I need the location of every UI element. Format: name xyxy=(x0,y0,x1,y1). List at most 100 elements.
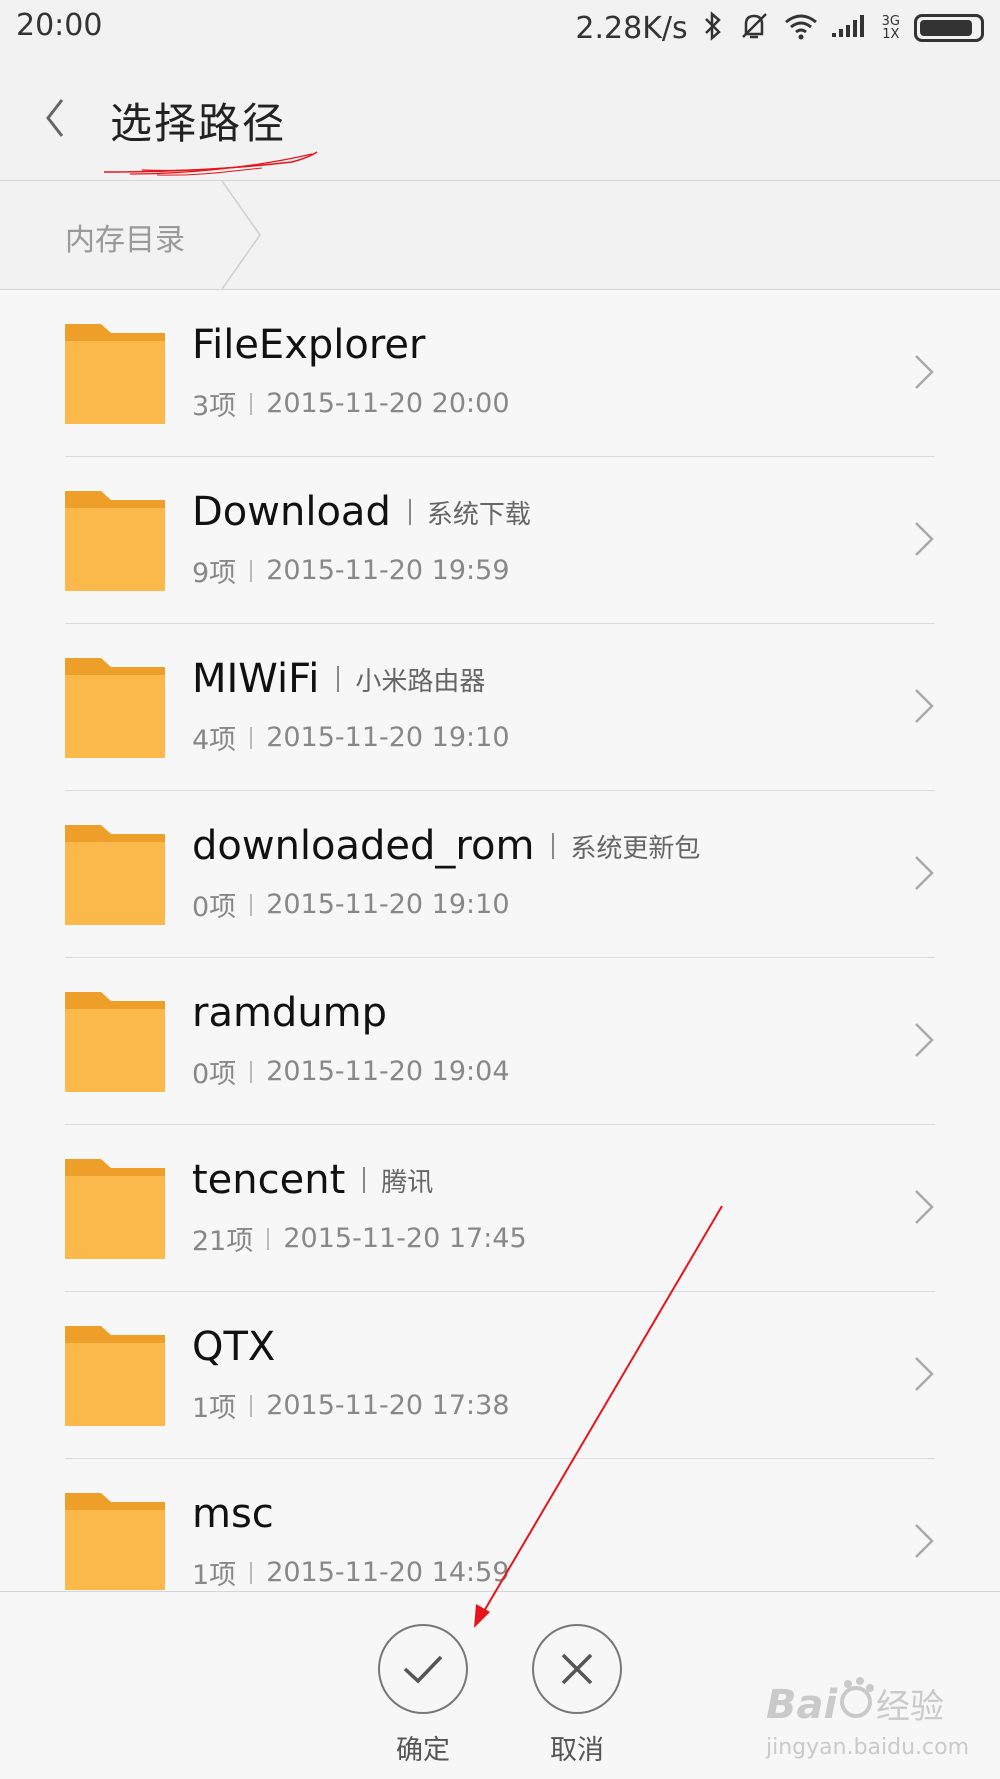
cancel-label: 取消 xyxy=(550,1735,604,1766)
file-name: MIWiFi xyxy=(192,656,320,702)
folder-alias: 小米路由器 xyxy=(355,666,486,697)
network-speed: 2.28K/s xyxy=(575,10,688,46)
signal-icon xyxy=(831,13,868,43)
alias-divider xyxy=(337,666,340,692)
file-list: FileExplorer 3项 2015-11-20 20:00 Downloa… xyxy=(0,290,1000,1590)
status-indicators: 2.28K/s 3G 1X xyxy=(575,8,984,48)
meta-divider xyxy=(267,1227,270,1250)
list-item[interactable]: MIWiFi 小米路由器 4项 2015-11-20 19:10 xyxy=(0,624,1000,791)
network-type: 3G 1X xyxy=(881,14,900,42)
file-name-line: Download 系统下载 xyxy=(192,489,531,535)
list-item[interactable]: Download 系统下载 9项 2015-11-20 19:59 xyxy=(0,457,1000,624)
svg-text:经验: 经验 xyxy=(876,1687,944,1727)
wifi-icon xyxy=(784,12,818,44)
header: 选择路径 xyxy=(0,56,1000,181)
chevron-right-icon xyxy=(915,1023,934,1057)
file-name-line: ramdump xyxy=(192,990,387,1036)
confirm-button[interactable]: 确定 xyxy=(373,1624,473,1767)
svg-text:Bai: Bai xyxy=(766,1682,838,1728)
item-count: 0项 xyxy=(192,892,237,923)
title-underline-annotation xyxy=(103,151,318,176)
list-item[interactable]: msc 1项 2015-11-20 14:59 xyxy=(0,1459,1000,1590)
modified-date: 2015-11-20 17:45 xyxy=(283,1223,527,1254)
meta-divider xyxy=(250,559,253,582)
breadcrumb-label: 内存目录 xyxy=(65,223,185,258)
chevron-right-icon xyxy=(915,1524,934,1558)
folder-alias: 系统更新包 xyxy=(570,833,701,864)
modified-date: 2015-11-20 20:00 xyxy=(266,388,510,419)
file-name: downloaded_rom xyxy=(192,823,535,869)
meta-divider xyxy=(250,1060,253,1083)
file-meta: 1项 2015-11-20 14:59 xyxy=(192,1553,510,1590)
item-count: 3项 xyxy=(192,391,237,422)
folder-icon xyxy=(65,825,165,925)
list-item[interactable]: ramdump 0项 2015-11-20 19:04 xyxy=(0,958,1000,1125)
modified-date: 2015-11-20 19:10 xyxy=(266,722,510,753)
file-meta: 0项 2015-11-20 19:04 xyxy=(192,1052,510,1091)
list-item[interactable]: tencent 腾讯 21项 2015-11-20 17:45 xyxy=(0,1125,1000,1292)
confirm-label: 确定 xyxy=(396,1735,450,1766)
breadcrumb-arrow-icon xyxy=(221,181,261,289)
close-icon xyxy=(561,1653,593,1685)
file-name: QTX xyxy=(192,1324,276,1370)
chevron-right-icon xyxy=(915,1190,934,1224)
list-item[interactable]: downloaded_rom 系统更新包 0项 2015-11-20 19:10 xyxy=(0,791,1000,958)
breadcrumb: 内存目录 xyxy=(0,181,1000,290)
file-meta: 21项 2015-11-20 17:45 xyxy=(192,1219,527,1258)
modified-date: 2015-11-20 19:59 xyxy=(266,555,510,586)
file-name-line: FileExplorer xyxy=(192,322,425,368)
file-name: ramdump xyxy=(192,990,388,1036)
file-name-line: MIWiFi 小米路由器 xyxy=(192,656,485,702)
item-count: 21项 xyxy=(192,1226,254,1257)
folder-icon xyxy=(65,324,165,424)
meta-divider xyxy=(250,1561,253,1584)
status-bar: 20:00 2.28K/s 3G 1X xyxy=(0,0,1000,56)
file-name-line: msc xyxy=(192,1491,274,1537)
modified-date: 2015-11-20 19:04 xyxy=(266,1056,510,1087)
list-item[interactable]: FileExplorer 3项 2015-11-20 20:00 xyxy=(0,290,1000,457)
meta-divider xyxy=(250,1394,253,1417)
alias-divider xyxy=(552,833,555,859)
modified-date: 2015-11-20 14:59 xyxy=(266,1557,510,1588)
meta-divider xyxy=(250,392,253,415)
folder-icon xyxy=(65,1493,165,1590)
file-name: tencent xyxy=(192,1157,346,1203)
folder-alias: 腾讯 xyxy=(381,1167,434,1198)
item-count: 4项 xyxy=(192,725,237,756)
svg-text:jingyan.baidu.com: jingyan.baidu.com xyxy=(765,1735,969,1760)
alias-divider xyxy=(408,499,411,525)
file-name: FileExplorer xyxy=(192,322,426,368)
folder-icon xyxy=(65,1159,165,1259)
confirm-circle xyxy=(378,1624,468,1714)
folder-icon xyxy=(65,491,165,591)
file-meta: 0项 2015-11-20 19:10 xyxy=(192,885,510,924)
file-meta: 1项 2015-11-20 17:38 xyxy=(192,1386,510,1425)
file-name-line: tencent 腾讯 xyxy=(192,1157,433,1203)
cancel-button[interactable]: 取消 xyxy=(527,1624,627,1767)
chevron-right-icon xyxy=(915,856,934,890)
chevron-right-icon xyxy=(915,355,934,389)
chevron-right-icon xyxy=(915,1357,934,1391)
folder-icon xyxy=(65,992,165,1092)
file-name: msc xyxy=(192,1491,274,1537)
status-time: 20:00 xyxy=(16,8,103,43)
folder-alias: 系统下载 xyxy=(426,499,531,530)
folder-icon xyxy=(65,658,165,758)
modified-date: 2015-11-20 17:38 xyxy=(266,1390,510,1421)
back-button[interactable] xyxy=(36,94,86,144)
baidu-jingyan-watermark: Bai 经验 jingyan.baidu.com xyxy=(765,1677,969,1760)
breadcrumb-item-internal-storage[interactable]: 内存目录 xyxy=(0,181,265,289)
item-count: 9项 xyxy=(192,558,237,589)
modified-date: 2015-11-20 19:10 xyxy=(266,889,510,920)
item-count: 0项 xyxy=(192,1059,237,1090)
file-name: Download xyxy=(192,489,391,535)
meta-divider xyxy=(250,726,253,749)
item-count: 1项 xyxy=(192,1393,237,1424)
chevron-right-icon xyxy=(915,689,934,723)
battery-icon xyxy=(914,14,984,42)
alias-divider xyxy=(363,1167,366,1193)
folder-icon xyxy=(65,1326,165,1426)
bluetooth-icon xyxy=(702,10,724,46)
chevron-left-icon xyxy=(46,99,64,137)
list-item[interactable]: QTX 1项 2015-11-20 17:38 xyxy=(0,1292,1000,1459)
